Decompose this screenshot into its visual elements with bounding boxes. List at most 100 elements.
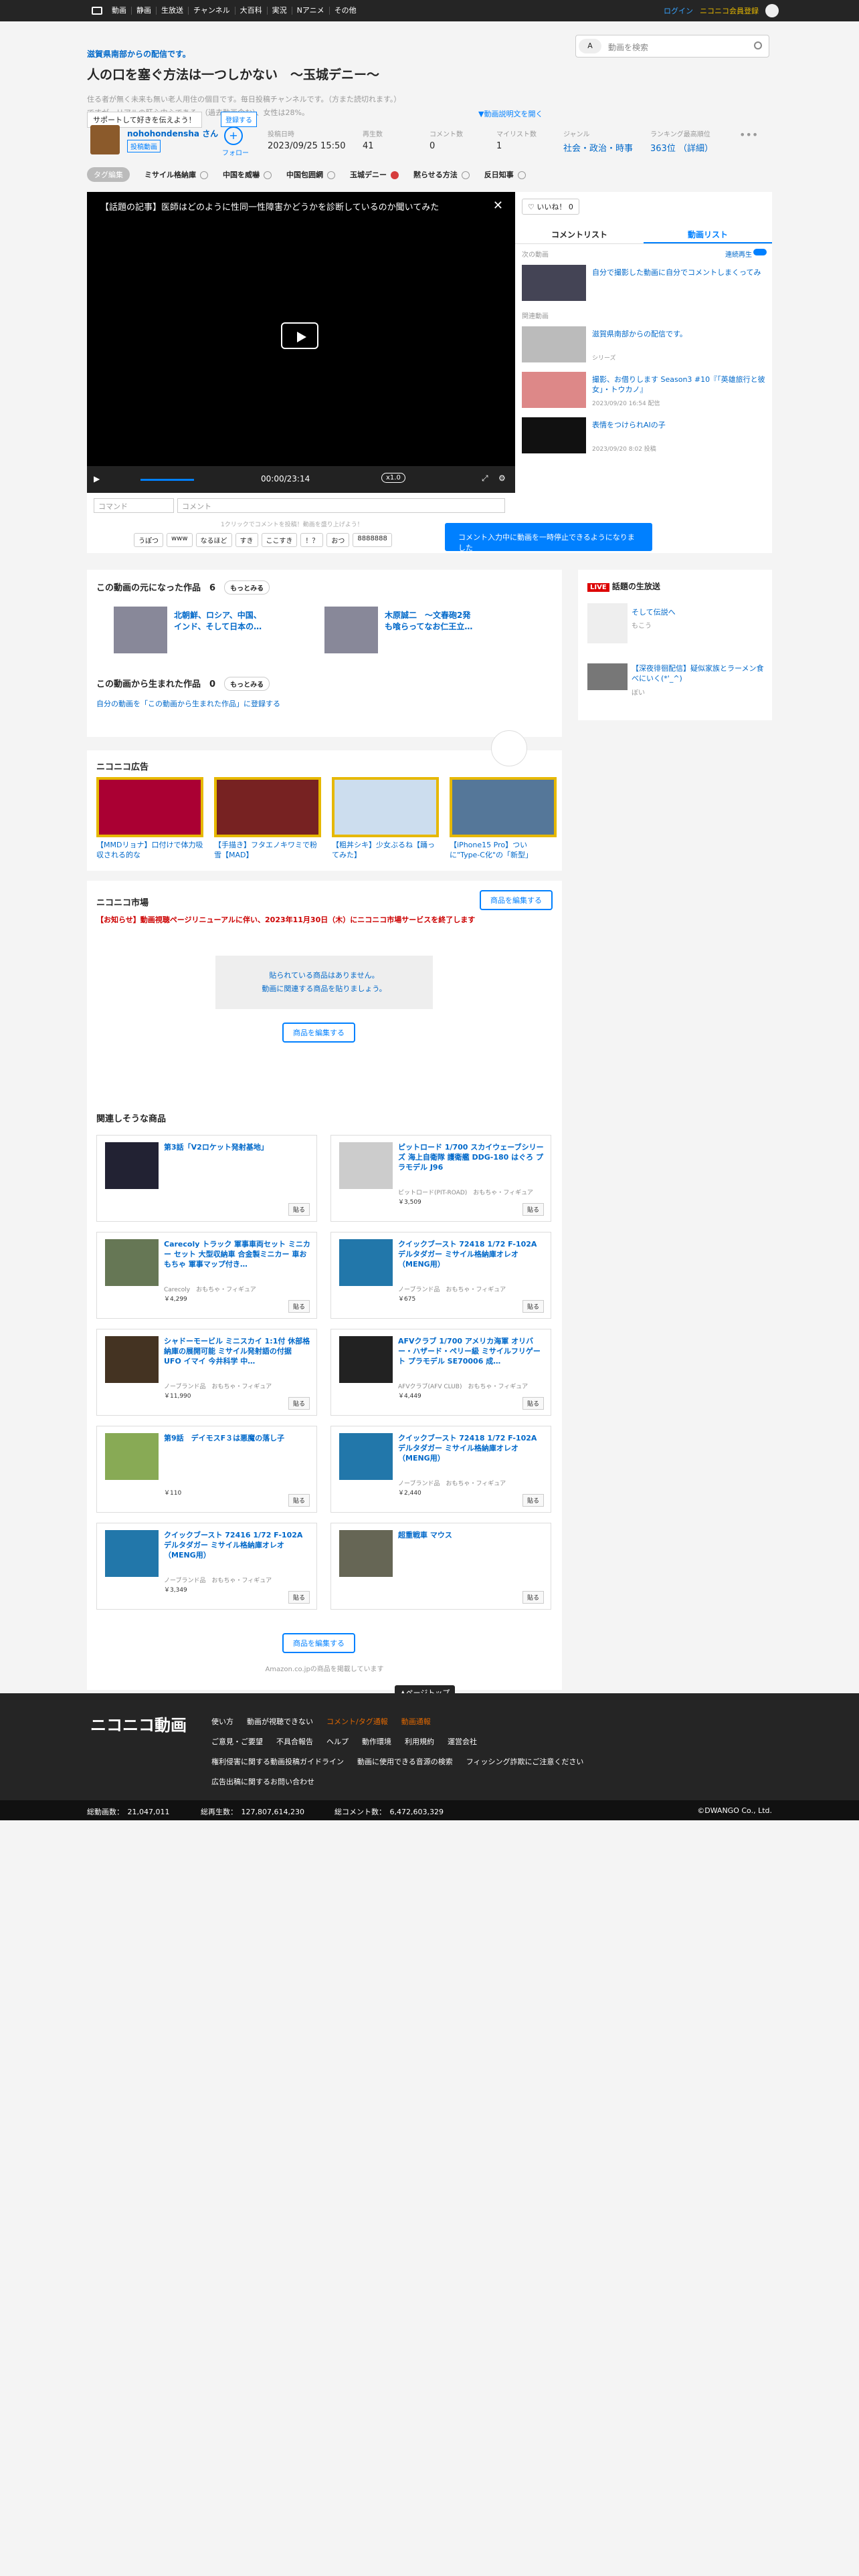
footer-link[interactable]: 権利侵害に関する動画投稿ガイドライン bbox=[211, 1757, 344, 1766]
footer-logo[interactable]: ニコニコ動画 bbox=[90, 1712, 187, 1735]
nav-channel[interactable]: チャンネル bbox=[189, 7, 235, 15]
tag-item[interactable]: ミサイル格納庫 bbox=[145, 169, 208, 180]
dic-icon[interactable] bbox=[461, 171, 470, 179]
play-icon[interactable] bbox=[281, 322, 318, 349]
user-avatar[interactable] bbox=[765, 4, 779, 17]
origin-item-title[interactable]: 木原誠二 ～文春砲2発も喰らってなお仁王立… bbox=[385, 610, 478, 633]
tag-item[interactable]: 黙らせる方法 bbox=[413, 169, 470, 180]
paste-button[interactable]: 貼る bbox=[288, 1300, 310, 1313]
like-button[interactable]: ♡ いいね！ 0 bbox=[522, 199, 579, 215]
ad-thumbnail[interactable] bbox=[96, 777, 203, 837]
mail-icon[interactable] bbox=[491, 730, 527, 766]
video-thumbnail[interactable] bbox=[522, 372, 586, 408]
paste-button[interactable]: 貼る bbox=[522, 1203, 544, 1216]
product-title[interactable]: クイックブースト 72418 1/72 F-102A デルタダガー ミサイル格納… bbox=[398, 1433, 545, 1463]
footer-link[interactable]: 運営会社 bbox=[448, 1737, 477, 1746]
paste-button[interactable]: 貼る bbox=[288, 1494, 310, 1507]
list-item[interactable]: 表情をつけられAIの子 2023/09/20 8:02 投稿 bbox=[515, 417, 772, 456]
dic-icon[interactable] bbox=[327, 171, 335, 179]
quick-comment-chip[interactable]: なるほど bbox=[195, 533, 232, 547]
product-card[interactable]: クイックブースト 72418 1/72 F-102A デルタダガー ミサイル格納… bbox=[330, 1426, 551, 1513]
paste-button[interactable]: 貼る bbox=[522, 1591, 544, 1604]
ad-thumbnail[interactable] bbox=[450, 777, 557, 837]
command-input[interactable]: コマンド bbox=[94, 498, 174, 513]
tag-edit-button[interactable]: タグ編集 bbox=[87, 167, 130, 182]
video-title[interactable]: 表情をつけられAIの子 bbox=[592, 420, 766, 430]
ad-thumbnail[interactable] bbox=[214, 777, 321, 837]
product-image[interactable] bbox=[105, 1530, 159, 1577]
playback-speed-button[interactable]: x1.0 bbox=[381, 473, 405, 483]
product-card[interactable]: クイックブースト 72418 1/72 F-102A デルタダガー ミサイル格納… bbox=[330, 1232, 551, 1319]
product-title[interactable]: ピットロード 1/700 スカイウェーブシリーズ 海上自衛隊 護衛艦 DDG-1… bbox=[398, 1142, 545, 1172]
product-title[interactable]: シャドーモービル ミニスカイ 1:1付 休部格納庫の展開可能 ミサイル発射語の付… bbox=[164, 1336, 311, 1366]
live-thumbnail[interactable] bbox=[587, 603, 628, 643]
footer-link[interactable]: ご意見・ご要望 bbox=[211, 1737, 263, 1746]
product-title[interactable]: Carecoly トラック 軍事車両セット ミニカー セット 大型収納車 合金製… bbox=[164, 1239, 311, 1269]
nav-seiga[interactable]: 静画 bbox=[132, 7, 157, 15]
ranking-link[interactable]: 363位 （詳細） bbox=[650, 141, 713, 154]
quick-comment-chip[interactable]: すき bbox=[235, 533, 258, 547]
product-image[interactable] bbox=[105, 1336, 159, 1383]
search-input[interactable]: 動画を検索 bbox=[608, 41, 648, 53]
quick-comment-chip[interactable]: うぽつ bbox=[134, 533, 163, 547]
footer-link[interactable]: 動画通報 bbox=[401, 1717, 431, 1726]
nav-video[interactable]: 動画 bbox=[107, 7, 132, 15]
video-thumbnail[interactable] bbox=[522, 326, 586, 362]
premium-link[interactable]: ニコニコ会員登録 bbox=[700, 5, 759, 16]
paste-button[interactable]: 貼る bbox=[288, 1591, 310, 1604]
channel-owner[interactable]: 滋賀県南部からの配信です。 bbox=[87, 48, 191, 60]
product-image[interactable] bbox=[339, 1239, 393, 1286]
product-card[interactable]: クイックブースト 72416 1/72 F-102A デルタダガー ミサイル格納… bbox=[96, 1523, 317, 1610]
footer-link[interactable]: 動画が視聴できない bbox=[247, 1717, 313, 1726]
nav-dic[interactable]: 大百科 bbox=[235, 7, 268, 15]
live-item-title[interactable]: そして伝説へ bbox=[632, 607, 676, 617]
product-card[interactable]: AFVクラブ 1/700 アメリカ海軍 オリバー・ハザード・ペリー級 ミサイルフ… bbox=[330, 1329, 551, 1416]
expand-description-link[interactable]: ▼動画説明文を開く bbox=[478, 108, 543, 119]
product-image[interactable] bbox=[339, 1433, 393, 1480]
quick-comment-chip[interactable]: ！？ bbox=[300, 533, 324, 547]
tag-item[interactable]: 中国包囲網 bbox=[286, 169, 335, 180]
more-button[interactable]: もっとみる bbox=[224, 580, 270, 595]
tab-video-list[interactable]: 動画リスト bbox=[644, 225, 772, 243]
tag-item[interactable]: 玉城デニー bbox=[350, 169, 399, 180]
paste-button[interactable]: 貼る bbox=[522, 1300, 544, 1313]
dic-icon[interactable] bbox=[264, 171, 272, 179]
fullscreen-icon[interactable]: ⤢ bbox=[482, 473, 488, 484]
product-card[interactable]: シャドーモービル ミニスカイ 1:1付 休部格納庫の展開可能 ミサイル発射語の付… bbox=[96, 1329, 317, 1416]
search-type-select[interactable]: A bbox=[579, 39, 601, 53]
product-image[interactable] bbox=[339, 1530, 393, 1577]
product-image[interactable] bbox=[339, 1142, 393, 1189]
footer-link[interactable]: 不具合報告 bbox=[276, 1737, 313, 1746]
tag-item[interactable]: 中国を威嚇 bbox=[223, 169, 272, 180]
product-title[interactable]: 超重戦車 マウス bbox=[398, 1530, 545, 1540]
paste-button[interactable]: 貼る bbox=[522, 1397, 544, 1410]
footer-link[interactable]: コメント/タグ通報 bbox=[326, 1717, 388, 1726]
like-label[interactable]: いいね！ bbox=[537, 203, 566, 211]
comment-input[interactable]: コメント bbox=[177, 498, 505, 513]
more-button[interactable]: もっとみる bbox=[224, 677, 270, 691]
niconico-tv-icon[interactable] bbox=[92, 7, 102, 15]
nav-anime[interactable]: Nアニメ bbox=[292, 7, 330, 15]
nav-live[interactable]: 生放送 bbox=[157, 7, 189, 15]
footer-link[interactable]: 動画に使用できる音源の検索 bbox=[357, 1757, 453, 1766]
ad-title[interactable]: 【iPhone15 Pro】ついに"Type-C化"の「新型」 bbox=[450, 840, 557, 860]
list-item[interactable]: 滋賀県南部からの配信です。 シリーズ bbox=[515, 326, 772, 365]
product-image[interactable] bbox=[105, 1239, 159, 1286]
live-thumbnail[interactable] bbox=[587, 663, 628, 690]
paste-button[interactable]: 貼る bbox=[288, 1397, 310, 1410]
tag-label[interactable]: 中国を威嚇 bbox=[223, 171, 260, 179]
tag-label[interactable]: 黙らせる方法 bbox=[413, 171, 458, 179]
dic-icon[interactable] bbox=[200, 171, 208, 179]
product-card[interactable]: 第3話「V2ロケット発射基地」 貼る bbox=[96, 1135, 317, 1222]
more-menu-icon[interactable]: ••• bbox=[739, 128, 758, 141]
product-image[interactable] bbox=[105, 1142, 159, 1189]
video-player[interactable]: 【話題の記事】医師はどのように性同一性障害かどうかを診断しているのか聞いてみた … bbox=[87, 192, 515, 493]
ad-title[interactable]: 【MMDリョナ】口付けで体力吸収される的な bbox=[96, 840, 203, 860]
product-card[interactable]: Carecoly トラック 軍事車両セット ミニカー セット 大型収納車 合金製… bbox=[96, 1232, 317, 1319]
search-icon[interactable] bbox=[754, 41, 762, 49]
product-title[interactable]: クイックブースト 72418 1/72 F-102A デルタダガー ミサイル格納… bbox=[398, 1239, 545, 1269]
video-thumbnail[interactable] bbox=[522, 265, 586, 301]
paste-button[interactable]: 貼る bbox=[288, 1203, 310, 1216]
ad-title[interactable]: 【手描き】フタエノキワミで粉雪【MAD】 bbox=[214, 840, 321, 860]
footer-link[interactable]: 動作環境 bbox=[362, 1737, 391, 1746]
